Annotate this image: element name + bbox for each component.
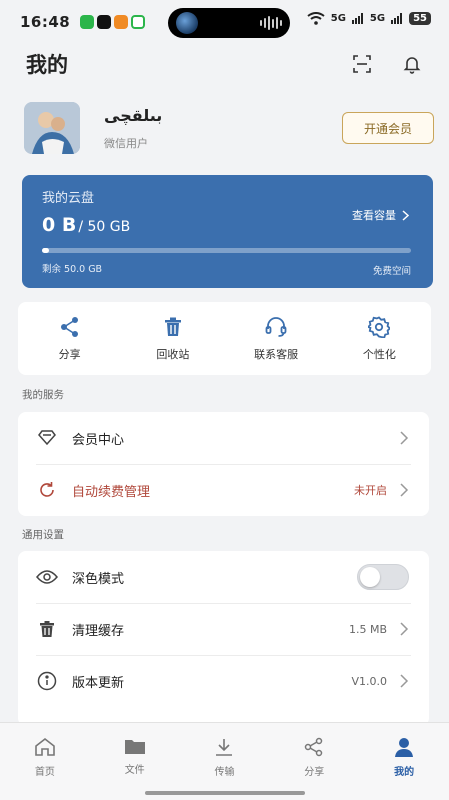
signal-label-2: 5G	[369, 13, 386, 24]
view-capacity-link[interactable]: 查看容量	[352, 207, 409, 223]
tools-grid: 分享 回收站 联系客服 个性化	[18, 302, 431, 375]
tool-personalize[interactable]: 个性化	[328, 315, 431, 362]
list-item-clear-cache[interactable]: 清理缓存 1.5 MB	[18, 603, 429, 655]
storage-progress-bar	[42, 248, 411, 253]
media-app-icon	[114, 15, 129, 29]
dark-mode-toggle[interactable]	[357, 564, 409, 590]
cloud-app-icon	[131, 15, 146, 29]
audio-wave-icon	[260, 16, 282, 30]
tab-label: 文件	[124, 765, 145, 776]
row-label: 深色模式	[72, 571, 125, 587]
list-item-auto-renew[interactable]: 自动续费管理 未开启	[18, 464, 429, 516]
wechat-icon	[80, 15, 95, 29]
services-section-title: 我的服务	[22, 389, 64, 401]
page-header: 我的	[26, 46, 423, 82]
chevron-right-icon	[402, 209, 409, 221]
cloud-storage-card[interactable]: 我的云盘 0 B / 50 GB 查看容量 剩余 50.0 GB 免费空间	[22, 175, 433, 288]
status-app-icons	[80, 15, 146, 29]
tool-label: 分享	[58, 347, 81, 361]
globe-icon	[176, 12, 198, 34]
tool-label: 回收站	[156, 347, 190, 361]
share-icon	[60, 316, 78, 337]
storage-progress-fill	[42, 248, 50, 253]
signal-bars-icon-2	[391, 13, 403, 24]
list-item-dark-mode: 深色模式	[18, 551, 429, 603]
tab-me[interactable]: 我的	[359, 737, 449, 800]
list-item-version-update[interactable]: 版本更新 V1.0.0	[18, 655, 429, 707]
profile-section: بىلقچى 微信用户 开通会员	[24, 100, 434, 156]
gear-icon	[368, 315, 391, 338]
battery-icon: 55	[409, 12, 431, 25]
row-value: V1.0.0	[351, 674, 387, 688]
avatar[interactable]	[24, 102, 80, 154]
home-indicator	[145, 791, 305, 795]
settings-section-title: 通用设置	[22, 529, 64, 541]
view-capacity-label: 查看容量	[352, 209, 396, 222]
tab-label: 首页	[34, 767, 55, 778]
bottom-tab-bar: 首页 文件 传输 分享 我的	[0, 722, 449, 800]
bell-icon[interactable]	[401, 53, 423, 75]
share-icon	[305, 737, 323, 757]
tab-label: 分享	[304, 767, 325, 778]
info-icon	[36, 670, 58, 692]
scan-icon[interactable]	[351, 53, 373, 75]
cloud-used: 0 B	[42, 214, 77, 236]
signal-label-1: 5G	[330, 13, 346, 24]
cloud-title: 我的云盘	[42, 191, 95, 206]
tab-home[interactable]: 首页	[0, 737, 90, 800]
row-label: 清理缓存	[72, 623, 125, 639]
tool-customer-service[interactable]: 联系客服	[225, 316, 328, 362]
status-indicators: 5G 5G 55	[307, 12, 431, 25]
tiktok-icon	[97, 15, 112, 29]
dynamic-island	[168, 8, 290, 38]
row-label: 自动续费管理	[72, 484, 151, 500]
free-space-label: 免费空间	[372, 266, 411, 277]
diamond-icon	[36, 427, 58, 449]
tool-recycle-bin[interactable]: 回收站	[121, 316, 224, 362]
trash-icon	[164, 317, 181, 336]
cloud-total: / 50 GB	[78, 219, 131, 235]
tab-label: 我的	[394, 767, 415, 778]
wifi-icon	[307, 12, 325, 25]
tool-label: 联系客服	[254, 347, 299, 361]
header-actions	[351, 53, 423, 75]
tool-share[interactable]: 分享	[18, 316, 121, 362]
chevron-right-icon	[400, 674, 409, 688]
download-icon	[216, 739, 233, 756]
tool-label: 个性化	[362, 347, 396, 361]
chevron-right-icon	[400, 431, 409, 445]
settings-list: 深色模式 清理缓存 1.5 MB 版本更新 V1.0.0	[18, 551, 429, 726]
chevron-right-icon	[400, 483, 409, 497]
clean-icon	[36, 618, 58, 640]
headset-icon	[265, 316, 287, 337]
row-label: 会员中心	[72, 432, 125, 448]
status-bar: 16:48 5G 5G 55	[0, 0, 449, 44]
row-value: 未开启	[354, 484, 387, 497]
user-type: 微信用户	[104, 136, 148, 150]
tab-label: 传输	[214, 767, 235, 778]
username: بىلقچى	[104, 105, 163, 125]
folder-icon	[124, 740, 145, 754]
toggle-knob	[360, 567, 380, 587]
remaining-storage: 剩余 50.0 GB	[42, 264, 103, 275]
signal-bars-icon	[351, 13, 363, 24]
home-icon	[35, 737, 55, 756]
refresh-icon	[36, 479, 58, 501]
list-item-vip-center[interactable]: 会员中心	[18, 412, 429, 464]
row-label: 版本更新	[72, 675, 125, 691]
status-time: 16:48	[20, 13, 71, 31]
chevron-right-icon	[400, 622, 409, 636]
services-list: 会员中心 自动续费管理 未开启	[18, 412, 429, 516]
eye-icon	[36, 566, 58, 588]
open-vip-button[interactable]: 开通会员	[342, 112, 434, 144]
person-icon	[395, 738, 414, 757]
row-value: 1.5 MB	[348, 622, 387, 636]
page-title: 我的	[26, 53, 68, 77]
